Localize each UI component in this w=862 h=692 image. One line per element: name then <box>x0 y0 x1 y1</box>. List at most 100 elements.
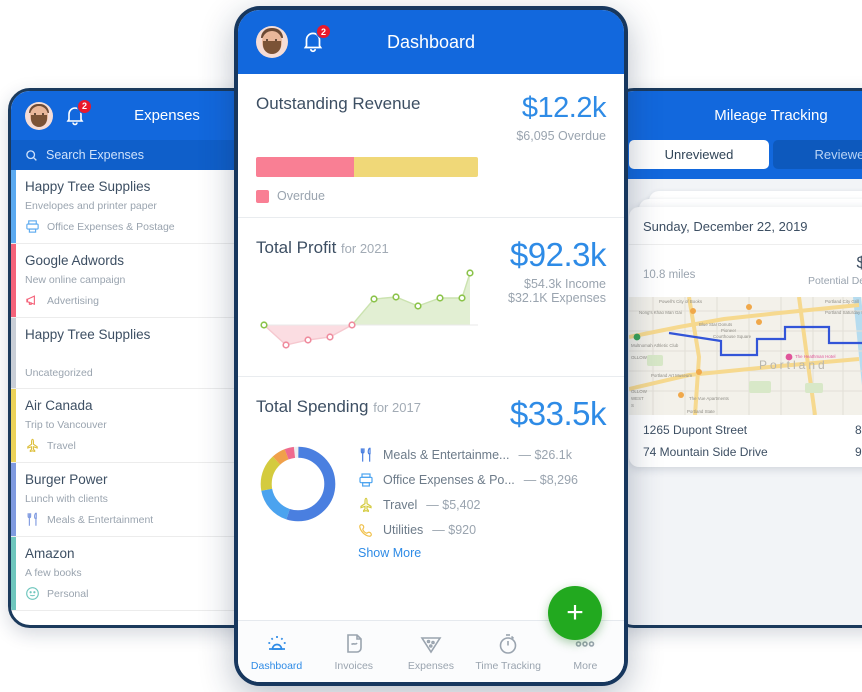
trip-date: Sunday, December 22, 2019 <box>629 207 862 245</box>
tab-invoices[interactable]: Invoices <box>319 632 389 672</box>
svg-text:Pioneer: Pioneer <box>721 328 737 333</box>
tab-dashboard[interactable]: Dashboard <box>242 632 312 672</box>
svg-text:Portland: Portland <box>759 358 828 372</box>
plane-icon <box>360 497 372 512</box>
tab-label: Invoices <box>334 659 374 672</box>
svg-text:Blue Star Donuts: Blue Star Donuts <box>699 322 733 327</box>
stop-time: 8:30 AM <box>854 423 862 437</box>
category-label: Office Expenses & Po... <box>383 472 515 487</box>
list-item[interactable]: Meals & Entertainme... — $26.1k <box>358 442 578 467</box>
tab-label: Expenses <box>407 659 455 672</box>
expense-category-label: Meals & Entertainment <box>47 513 154 526</box>
profit-period: for 2021 <box>341 241 389 256</box>
stop-time: 9:02 AM <box>854 445 862 459</box>
svg-text:Portland Saturday Market: Portland Saturday Market <box>825 310 862 315</box>
category-amount: — $5,402 <box>426 497 481 512</box>
screenshot-stage: 2 Expenses Search Expenses Happy Tree Su… <box>0 0 862 692</box>
svg-text:Portland Art Museum: Portland Art Museum <box>651 373 692 378</box>
show-more-link[interactable]: Show More <box>358 546 578 560</box>
pizza-icon <box>420 636 442 653</box>
revenue-amount: $12.2k <box>521 92 607 124</box>
dashboard-phone: 2 Dashboard Outstanding Revenue $12.2k $… <box>234 6 628 686</box>
svg-text:WEST: WEST <box>631 396 644 401</box>
notifications-button[interactable]: 2 <box>300 24 331 56</box>
avatar[interactable] <box>25 101 53 130</box>
total-profit-panel[interactable]: Total Profit for 2021 $92.3k $54.3k Inco… <box>238 218 624 377</box>
notification-badge: 2 <box>316 24 331 39</box>
spending-category-list: Meals & Entertainme... — $26.1k Office E… <box>358 442 578 560</box>
plane-icon <box>27 438 38 453</box>
panel-title: Outstanding Revenue <box>256 94 421 113</box>
dashboard-header: 2 Dashboard <box>238 10 624 74</box>
revenue-subtitle: $6,095 Overdue <box>516 129 606 143</box>
list-item[interactable]: Travel — $5,402 <box>358 492 578 517</box>
bar-segment-upcoming <box>353 157 478 177</box>
avatar[interactable] <box>256 26 288 58</box>
svg-text:The Vue Apartments: The Vue Apartments <box>689 396 730 401</box>
invoice-icon <box>346 633 362 653</box>
map-graphic: Powell's City of Books Portland City Gri… <box>629 297 862 415</box>
category-label: Travel <box>383 497 418 512</box>
svg-text:Nong's Khao Man Gai: Nong's Khao Man Gai <box>639 310 682 315</box>
megaphone-icon <box>26 295 35 306</box>
svg-text:Portland State: Portland State <box>687 409 715 414</box>
search-icon <box>26 149 37 161</box>
tab-label: Time Tracking <box>475 659 541 672</box>
search-placeholder: Search Expenses <box>46 148 144 162</box>
sun-icon <box>267 635 286 650</box>
list-item[interactable]: Utilities — $920 <box>358 517 578 542</box>
svg-text:Portland City Grill: Portland City Grill <box>825 299 859 304</box>
svg-text:Powell's City of Books: Powell's City of Books <box>659 299 703 304</box>
printer-icon <box>26 220 39 233</box>
total-spending-panel[interactable]: Total Spending for 2017 $33.5k Meals & E… <box>238 377 624 574</box>
page-title: Dashboard <box>386 31 476 52</box>
expense-category-label: Personal <box>47 587 89 600</box>
tab-time-tracking[interactable]: Time Tracking <box>473 632 543 672</box>
tab-unreviewed[interactable]: Unreviewed <box>629 140 769 169</box>
expense-category-label: Office Expenses & Postage <box>47 220 175 233</box>
cutlery-icon <box>27 512 37 526</box>
outstanding-revenue-panel[interactable]: Outstanding Revenue $12.2k $6,095 Overdu… <box>238 74 624 218</box>
stop-address: 74 Mountain Side Drive <box>643 445 768 459</box>
tab-label: Dashboard <box>250 659 303 672</box>
phone-icon <box>359 523 372 537</box>
category-amount: — $26.1k <box>518 447 572 462</box>
add-button[interactable]: + <box>548 586 602 640</box>
expense-category-label: Advertising <box>47 294 99 307</box>
profit-title: Total Profit <box>256 238 337 257</box>
notifications-button[interactable]: 2 <box>63 98 92 129</box>
trip-amount: $6.25 <box>808 253 862 273</box>
trip-map[interactable]: Powell's City of Books Portland City Gri… <box>629 297 862 415</box>
profit-amount: $92.3k <box>509 236 607 273</box>
tab-label: More <box>573 659 598 672</box>
list-item[interactable]: Office Expenses & Po... — $8,296 <box>358 467 578 492</box>
category-label: Meals & Entertainme... <box>383 447 510 462</box>
notification-badge: 2 <box>77 98 92 114</box>
mileage-phone: Mileage Tracking Unreviewed Reviewed Sun… <box>612 88 862 628</box>
revenue-bar-chart <box>256 157 478 177</box>
category-amount: — $920 <box>432 522 477 537</box>
svg-text:Multnomah Athletic Club: Multnomah Athletic Club <box>631 343 679 348</box>
svg-text:OLLOW: OLLOW <box>631 355 648 360</box>
profit-area-chart <box>260 269 478 349</box>
stop-address: 1265 Dupont Street <box>643 423 748 437</box>
svg-text:OLLOW: OLLOW <box>631 389 648 394</box>
smiley-icon <box>26 587 39 600</box>
bar-segment-overdue <box>256 157 354 177</box>
cutlery-icon <box>360 447 371 462</box>
tab-reviewed[interactable]: Reviewed <box>773 140 862 169</box>
expense-category-label: Uncategorized <box>25 367 93 379</box>
mileage-tabs: Unreviewed Reviewed <box>615 140 862 179</box>
mileage-header: Mileage Tracking Unreviewed Reviewed <box>615 91 862 179</box>
category-label: Utilities <box>383 522 424 537</box>
svg-text:S: S <box>631 403 634 408</box>
svg-text:Courthouse Square: Courthouse Square <box>713 334 752 339</box>
spending-title: Total Spending <box>256 397 369 416</box>
legend-label-overdue: Overdue <box>277 189 325 203</box>
page-title: Mileage Tracking <box>714 107 828 124</box>
panel-title: Total Spending for 2017 <box>256 397 421 417</box>
trip-amount-label: Potential Deduction <box>807 275 862 287</box>
trip-card[interactable]: Sunday, December 22, 2019 10.8 miles $6.… <box>629 207 862 467</box>
tab-expenses[interactable]: Expenses <box>396 632 466 672</box>
spending-donut-chart <box>260 446 336 522</box>
